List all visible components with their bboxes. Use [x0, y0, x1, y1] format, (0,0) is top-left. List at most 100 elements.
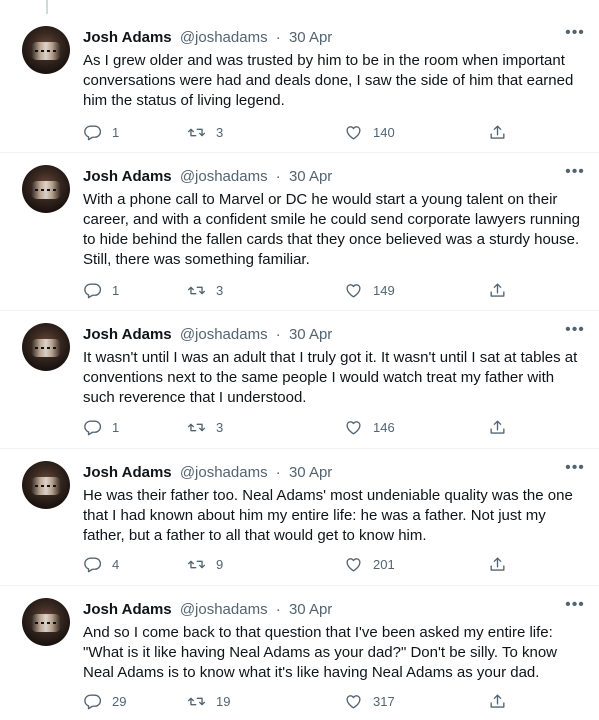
like-icon [346, 125, 361, 140]
like-count: 140 [373, 124, 395, 140]
share-button[interactable] [488, 689, 507, 713]
tweet-text: He was their father too. Neal Adams' mos… [83, 487, 573, 544]
tweet-date[interactable]: 30 Apr [289, 326, 332, 343]
retweet-count: 3 [216, 419, 224, 435]
reply-button[interactable]: 29 [83, 689, 126, 713]
retweet-icon [187, 697, 206, 705]
retweet-count: 9 [216, 556, 224, 572]
like-icon [346, 694, 361, 709]
retweet-icon [187, 286, 206, 294]
tweet-text: It wasn't until I was an adult that I tr… [83, 349, 578, 406]
reply-count: 4 [112, 556, 120, 572]
tweet-date[interactable]: 30 Apr [289, 29, 332, 46]
more-icon[interactable]: ••• [563, 164, 587, 185]
reply-button[interactable]: 1 [83, 278, 119, 302]
author-handle[interactable]: @joshadams [180, 601, 268, 618]
share-icon [490, 282, 505, 297]
share-icon [490, 556, 505, 571]
retweet-icon [187, 560, 206, 568]
retweet-count: 3 [216, 282, 224, 298]
reply-button[interactable]: 1 [83, 415, 119, 439]
separator-dot: · [275, 601, 281, 618]
tweet-header: Josh Adams @joshadams · 30 Apr [83, 167, 332, 187]
tweet-actions: 4 9 201 [83, 552, 523, 576]
retweet-icon [187, 128, 206, 136]
retweet-button[interactable]: 3 [187, 278, 223, 302]
tweet-actions: 1 3 140 [83, 120, 523, 144]
like-button[interactable]: 146 [344, 415, 395, 439]
avatar[interactable] [22, 26, 70, 74]
tweet-text: And so I come back to that question that… [83, 624, 558, 681]
like-count: 146 [373, 419, 395, 435]
reply-icon [84, 419, 102, 435]
tweet-actions: 29 19 317 [83, 689, 523, 713]
like-button[interactable]: 317 [344, 689, 395, 713]
tweet[interactable]: Josh Adams @joshadams · 30 Apr ••• It wa… [0, 310, 599, 449]
reply-count: 1 [112, 124, 120, 140]
share-icon [490, 419, 505, 434]
more-icon[interactable]: ••• [563, 25, 587, 46]
share-button[interactable] [488, 120, 507, 144]
share-button[interactable] [488, 415, 507, 439]
retweet-button[interactable]: 3 [187, 120, 223, 144]
tweet-date[interactable]: 30 Apr [289, 464, 332, 481]
author-name[interactable]: Josh Adams [83, 29, 172, 46]
more-icon[interactable]: ••• [563, 322, 587, 343]
reply-icon [84, 556, 102, 572]
like-icon [346, 557, 361, 572]
avatar[interactable] [22, 165, 70, 213]
retweet-button[interactable]: 9 [187, 552, 223, 576]
share-icon [490, 693, 505, 708]
tweet-date[interactable]: 30 Apr [289, 168, 332, 185]
tweet-actions: 1 3 149 [83, 278, 523, 302]
retweet-button[interactable]: 3 [187, 415, 223, 439]
tweet-header: Josh Adams @joshadams · 30 Apr [83, 463, 332, 483]
avatar[interactable] [22, 598, 70, 646]
reply-count: 1 [112, 419, 120, 435]
tweet-date[interactable]: 30 Apr [289, 601, 332, 618]
like-icon [346, 283, 361, 298]
author-name[interactable]: Josh Adams [83, 168, 172, 185]
author-handle[interactable]: @joshadams [180, 168, 268, 185]
tweet-text: With a phone call to Marvel or DC he wou… [83, 191, 580, 268]
reply-icon [84, 282, 102, 298]
tweet-header: Josh Adams @joshadams · 30 Apr [83, 600, 332, 620]
author-handle[interactable]: @joshadams [180, 326, 268, 343]
like-button[interactable]: 140 [344, 120, 395, 144]
more-icon[interactable]: ••• [563, 597, 587, 618]
tweet-text: As I grew older and was trusted by him t… [83, 52, 574, 109]
separator-dot: · [275, 326, 281, 343]
share-button[interactable] [488, 552, 507, 576]
avatar[interactable] [22, 461, 70, 509]
like-count: 149 [373, 282, 395, 298]
tweet[interactable]: Josh Adams @joshadams · 30 Apr ••• With … [0, 152, 599, 311]
author-handle[interactable]: @joshadams [180, 464, 268, 481]
author-name[interactable]: Josh Adams [83, 464, 172, 481]
reply-button[interactable]: 1 [83, 120, 119, 144]
separator-dot: · [275, 464, 281, 481]
tweet[interactable]: Josh Adams @joshadams · 30 Apr ••• And s… [0, 585, 599, 720]
reply-count: 29 [112, 693, 127, 709]
retweet-count: 3 [216, 124, 224, 140]
author-name[interactable]: Josh Adams [83, 326, 172, 343]
retweet-count: 19 [216, 693, 231, 709]
retweet-button[interactable]: 19 [187, 689, 230, 713]
tweet[interactable]: Josh Adams @joshadams · 30 Apr ••• As I … [0, 14, 599, 152]
like-icon [346, 420, 361, 435]
author-handle[interactable]: @joshadams [180, 29, 268, 46]
like-button[interactable]: 201 [344, 552, 395, 576]
author-name[interactable]: Josh Adams [83, 601, 172, 618]
avatar[interactable] [22, 323, 70, 371]
separator-dot: · [275, 29, 281, 46]
like-button[interactable]: 149 [344, 278, 395, 302]
reply-button[interactable]: 4 [83, 552, 119, 576]
tweet-header: Josh Adams @joshadams · 30 Apr [83, 325, 332, 345]
separator-dot: · [275, 168, 281, 185]
like-count: 317 [373, 693, 395, 709]
more-icon[interactable]: ••• [563, 460, 587, 481]
share-icon [490, 124, 505, 139]
share-button[interactable] [488, 278, 507, 302]
thread-connector [46, 0, 48, 14]
tweet[interactable]: Josh Adams @joshadams · 30 Apr ••• He wa… [0, 448, 599, 586]
tweet-actions: 1 3 146 [83, 415, 523, 439]
